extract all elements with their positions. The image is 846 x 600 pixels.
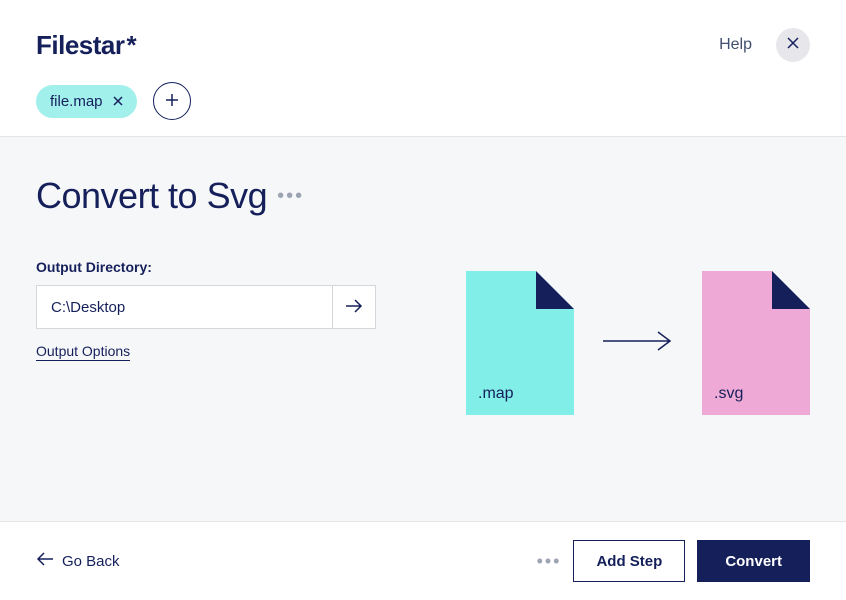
logo-asterisk: *	[127, 30, 137, 60]
arrow-right-icon	[345, 299, 363, 316]
convert-button[interactable]: Convert	[697, 540, 810, 582]
conversion-diagram: .map .svg	[466, 271, 810, 415]
source-file-ext: .map	[478, 385, 514, 403]
main-content: Convert to Svg ••• Output Directory: Out…	[0, 137, 846, 521]
file-chip-row: file.map	[36, 82, 810, 120]
footer-more-button[interactable]: •••	[537, 551, 562, 572]
header: Filestar* Help file.map	[0, 0, 846, 137]
footer-right: ••• Add Step Convert	[537, 540, 810, 582]
file-chip-remove-icon[interactable]	[113, 93, 123, 109]
target-file-icon: .svg	[702, 271, 810, 415]
output-dir-input-group	[36, 285, 376, 329]
main-left-column: Convert to Svg ••• Output Directory: Out…	[36, 175, 376, 483]
help-link[interactable]: Help	[719, 36, 752, 54]
logo-text: Filestar	[36, 30, 125, 60]
title-more-button[interactable]: •••	[277, 185, 304, 208]
output-dir-input[interactable]	[36, 285, 332, 329]
main-right-column: .map .svg	[436, 175, 810, 483]
footer: Go Back ••• Add Step Convert	[0, 521, 846, 600]
ellipsis-icon: •••	[537, 551, 562, 571]
header-right: Help	[719, 28, 810, 62]
plus-icon	[165, 90, 179, 113]
arrow-right-icon	[602, 331, 674, 356]
page-title-row: Convert to Svg •••	[36, 175, 376, 217]
file-fold-icon	[772, 271, 810, 309]
file-chip[interactable]: file.map	[36, 85, 137, 118]
close-icon	[787, 36, 799, 54]
ellipsis-icon: •••	[277, 185, 304, 207]
output-options-link[interactable]: Output Options	[36, 343, 130, 361]
go-back-button[interactable]: Go Back	[36, 552, 120, 570]
app-logo: Filestar*	[36, 30, 136, 61]
go-back-label: Go Back	[62, 553, 120, 570]
add-step-button[interactable]: Add Step	[573, 540, 685, 582]
add-file-button[interactable]	[153, 82, 191, 120]
target-file-ext: .svg	[714, 385, 743, 403]
browse-button[interactable]	[332, 285, 376, 329]
file-chip-label: file.map	[50, 93, 103, 110]
file-fold-icon	[536, 271, 574, 309]
arrow-left-icon	[36, 552, 54, 570]
source-file-icon: .map	[466, 271, 574, 415]
page-title: Convert to Svg	[36, 175, 267, 217]
header-top-row: Filestar* Help	[36, 28, 810, 62]
close-button[interactable]	[776, 28, 810, 62]
output-dir-label: Output Directory:	[36, 259, 376, 275]
